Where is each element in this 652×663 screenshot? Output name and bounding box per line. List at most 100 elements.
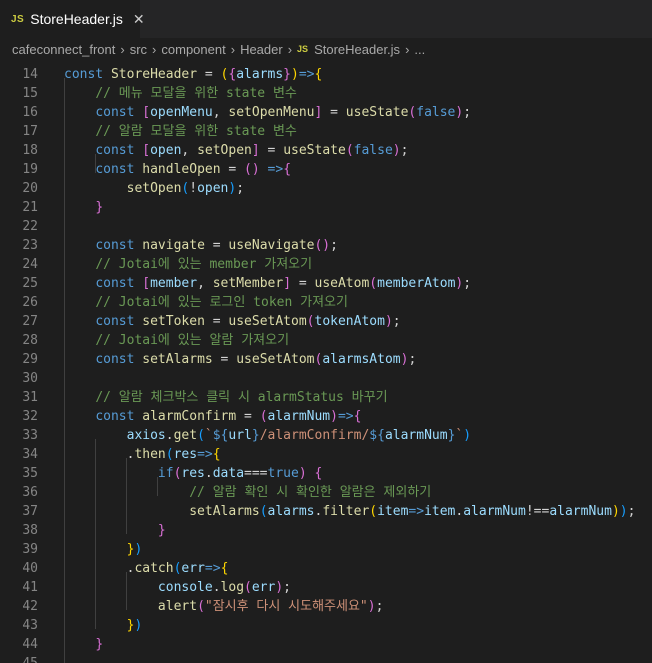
chevron-right-icon: › bbox=[120, 41, 125, 57]
code-line[interactable]: 31 // 알람 체크박스 클릭 시 alarmStatus 바꾸기 bbox=[0, 388, 652, 407]
breadcrumb-item-symbols[interactable]: ... bbox=[414, 42, 425, 57]
code-line[interactable]: 40 .catch(err=>{ bbox=[0, 559, 652, 578]
code-line[interactable]: 24 // Jotai에 있는 member 가져오기 bbox=[0, 255, 652, 274]
line-number: 22 bbox=[22, 219, 38, 234]
code-token: const bbox=[95, 238, 143, 253]
code-token: ) bbox=[611, 504, 620, 519]
code-line[interactable]: 25 const [member, setMember] = useAtom(m… bbox=[0, 274, 652, 293]
code-token: ; bbox=[375, 599, 384, 614]
code-line[interactable]: 41 console.log(err); bbox=[0, 578, 652, 597]
code-line[interactable]: 37 setAlarms(alarms.filter(item=>item.al… bbox=[0, 502, 652, 521]
code-line[interactable]: 14 const StoreHeader = ({alarms})=>{ bbox=[0, 65, 652, 84]
code-line[interactable]: 33 axios.get(`${url}/alarmConfirm/${alar… bbox=[0, 426, 652, 445]
code-token: useAtom bbox=[314, 276, 370, 291]
code-line[interactable]: 34 .then(res=>{ bbox=[0, 445, 652, 464]
editor-tab-storeheader[interactable]: JS StoreHeader.js ✕ bbox=[0, 0, 145, 38]
code-line[interactable]: 23 const navigate = useNavigate(); bbox=[0, 236, 652, 255]
code-token: ; bbox=[392, 314, 401, 329]
line-number: 24 bbox=[22, 257, 38, 272]
code-token: = bbox=[236, 409, 260, 424]
code-line[interactable]: 16 const [openMenu, setOpenMenu] = useSt… bbox=[0, 103, 652, 122]
line-number: 32 bbox=[22, 409, 38, 424]
code-line[interactable]: 28 // Jotai에 있는 알람 가져오기 bbox=[0, 331, 652, 350]
code-line[interactable]: 19 const handleOpen = () =>{ bbox=[0, 160, 652, 179]
line-number: 17 bbox=[22, 124, 38, 139]
breadcrumb: cafeconnect_front › src › component › He… bbox=[0, 38, 652, 60]
code-token: false bbox=[353, 143, 393, 158]
code-token: { bbox=[283, 162, 292, 177]
code-line[interactable]: 39 }) bbox=[0, 540, 652, 559]
breadcrumb-item-file[interactable]: StoreHeader.js bbox=[314, 42, 400, 57]
code-line[interactable]: 15 // 메뉴 모달을 위한 state 변수 bbox=[0, 84, 652, 103]
chevron-right-icon: › bbox=[230, 41, 236, 57]
code-line[interactable]: 32 const alarmConfirm = (alarmNum)=>{ bbox=[0, 407, 652, 426]
code-line[interactable]: 45 bbox=[0, 654, 652, 663]
breadcrumb-item-cafeconnect-front[interactable]: cafeconnect_front bbox=[12, 42, 115, 57]
code-token: handleOpen bbox=[142, 162, 221, 177]
code-token: useState bbox=[345, 105, 409, 120]
code-line[interactable]: 22 bbox=[0, 217, 652, 236]
code-line[interactable]: 36 // 알람 확인 시 확인한 알람은 제외하기 bbox=[0, 483, 652, 502]
code-token: setAlarms bbox=[142, 352, 213, 367]
code-token: const bbox=[95, 352, 143, 367]
code-token: alarmConfirm bbox=[142, 409, 237, 424]
code-token: setAlarms bbox=[189, 504, 260, 519]
code-token: setMember bbox=[212, 276, 284, 291]
code-line[interactable]: 17 // 알람 모달을 위한 state 변수 bbox=[0, 122, 652, 141]
code-token: ) bbox=[134, 542, 143, 557]
code-text: const [member, setMember] = useAtom(memb… bbox=[64, 274, 471, 293]
code-editor[interactable]: 14 const StoreHeader = ({alarms})=>{15 //… bbox=[0, 60, 652, 663]
code-text: const navigate = useNavigate(); bbox=[64, 236, 338, 255]
close-icon[interactable]: ✕ bbox=[133, 11, 145, 28]
code-line[interactable]: 21 } bbox=[0, 198, 652, 217]
code-line[interactable]: 29 const setAlarms = useSetAtom(alarmsAt… bbox=[0, 350, 652, 369]
code-line[interactable]: 18 const [open, setOpen] = useState(fals… bbox=[0, 141, 652, 160]
line-number: 42 bbox=[22, 599, 38, 614]
code-token: . bbox=[64, 447, 135, 462]
code-token: // 알람 체크박스 클릭 시 alarmStatus 바꾸기 bbox=[95, 390, 388, 405]
code-token: // Jotai에 있는 알람 가져오기 bbox=[95, 333, 290, 348]
code-line[interactable]: 27 const setToken = useSetAtom(tokenAtom… bbox=[0, 312, 652, 331]
code-token: = bbox=[204, 238, 229, 253]
code-token: url bbox=[228, 428, 252, 443]
code-token: = bbox=[322, 105, 346, 120]
code-token: ( bbox=[197, 428, 205, 443]
breadcrumb-item-header[interactable]: Header bbox=[240, 42, 283, 57]
code-line[interactable]: 35 if(res.data===true) { bbox=[0, 464, 652, 483]
line-number: 34 bbox=[22, 447, 38, 462]
code-line[interactable]: 20 setOpen(!open); bbox=[0, 179, 652, 198]
code-text: const StoreHeader = ({alarms})=>{ bbox=[64, 65, 322, 84]
breadcrumb-item-src[interactable]: src bbox=[130, 42, 147, 57]
line-number: 25 bbox=[22, 276, 38, 291]
code-token: catch bbox=[134, 561, 174, 576]
breadcrumb-item-component[interactable]: component bbox=[161, 42, 225, 57]
code-line[interactable]: 26 // Jotai에 있는 로그인 token 가져오기 bbox=[0, 293, 652, 312]
code-token: data bbox=[212, 466, 245, 481]
code-text: const [open, setOpen] = useState(false); bbox=[64, 141, 408, 160]
code-token: { bbox=[314, 67, 323, 82]
code-text: setOpen(!open); bbox=[64, 179, 244, 198]
code-token: ( bbox=[259, 504, 268, 519]
code-line[interactable]: 42 alert("잠시후 다시 시도해주세요"); bbox=[0, 597, 652, 616]
code-line[interactable]: 30 bbox=[0, 369, 652, 388]
code-text: const handleOpen = () =>{ bbox=[64, 160, 291, 179]
code-token: // 메뉴 모달을 위한 state 변수 bbox=[95, 86, 297, 101]
code-token: ( bbox=[165, 447, 174, 462]
code-token: { bbox=[220, 561, 229, 576]
code-text: const setAlarms = useSetAtom(alarmsAtom)… bbox=[64, 350, 416, 369]
code-text: } bbox=[64, 521, 166, 540]
code-line[interactable]: 43 }) bbox=[0, 616, 652, 635]
code-token: member bbox=[150, 276, 198, 291]
line-number: 21 bbox=[22, 200, 38, 215]
code-token: ) bbox=[463, 428, 472, 443]
code-line[interactable]: 38 } bbox=[0, 521, 652, 540]
code-line[interactable]: 44 } bbox=[0, 635, 652, 654]
code-token: filter bbox=[322, 504, 370, 519]
code-token: ) bbox=[275, 580, 284, 595]
